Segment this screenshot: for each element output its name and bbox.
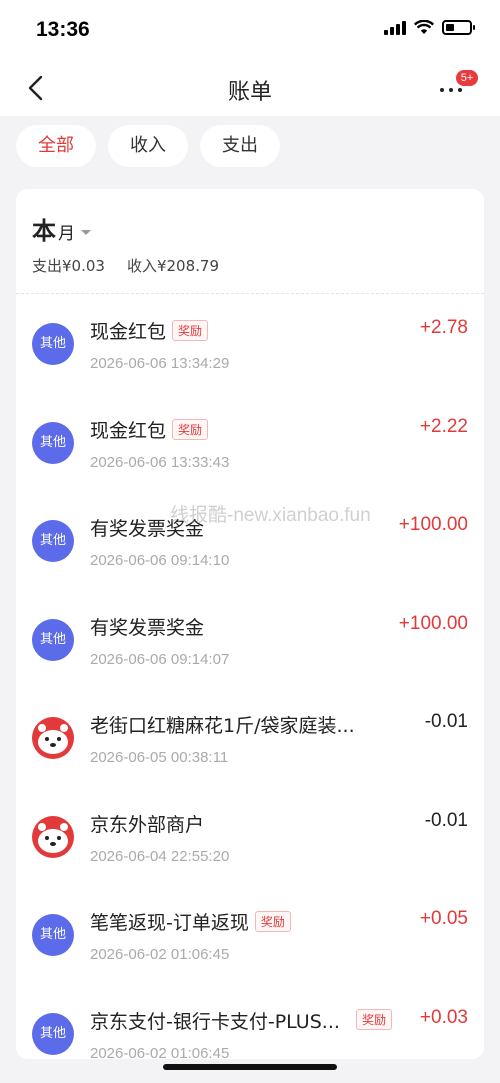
wifi-icon xyxy=(414,20,434,34)
caret-down-icon xyxy=(81,230,91,235)
filter-income[interactable]: 收入 xyxy=(108,125,188,167)
category-avatar: 其他 xyxy=(32,323,74,365)
transaction-amount: +100.00 xyxy=(398,514,468,535)
transaction-time: 2026-06-06 13:33:43 xyxy=(90,453,230,471)
filter-expense[interactable]: 支出 xyxy=(200,125,280,167)
reward-tag: 奖励 xyxy=(172,320,209,341)
month-summary: 支出¥0.03 收入¥208.79 xyxy=(32,255,219,276)
category-avatar: 其他 xyxy=(32,421,74,464)
category-avatar: 其他 xyxy=(32,520,74,562)
transaction-title: 有奖发票奖金 xyxy=(90,616,205,639)
jd-mascot-icon xyxy=(32,717,74,759)
status-bar: 13:36 xyxy=(0,0,500,60)
month-selector[interactable]: 本 月 xyxy=(32,211,91,246)
transaction-time: 2026-06-06 13:34:29 xyxy=(90,355,230,372)
battery-icon xyxy=(442,20,475,35)
transaction-amount: -0.01 xyxy=(424,809,468,831)
expense-total: 支出¥0.03 xyxy=(32,257,105,275)
transaction-title: 有奖发票奖金 xyxy=(90,518,205,540)
transaction-amount: +2.22 xyxy=(419,415,468,437)
transaction-item[interactable]: 老街口红糖麻花1斤/袋家庭装... 2026-06-05 00:38:11 -0… xyxy=(16,689,484,788)
home-indicator[interactable] xyxy=(163,1064,337,1070)
transaction-time: 2026-06-06 09:14:07 xyxy=(90,650,230,668)
transaction-title: 现金红包 xyxy=(90,419,167,442)
month-sub-label: 月 xyxy=(58,224,75,244)
transaction-title-row: 有奖发票奖金 xyxy=(90,613,204,640)
transaction-title-row: 有奖发票奖金 xyxy=(90,514,204,541)
transaction-title: 京东支付-银行卡支付-PLUS... xyxy=(90,1010,340,1033)
transaction-time: 2026-06-06 09:14:10 xyxy=(90,552,230,569)
transaction-title-row: 京东支付-银行卡支付-PLUS... xyxy=(90,1007,340,1034)
filter-tabs: 全部 收入 支出 xyxy=(16,125,280,167)
category-avatar: 其他 xyxy=(32,914,74,956)
transaction-item[interactable]: 其他 有奖发票奖金 2026-06-06 09:14:07 +100.00 xyxy=(16,591,484,690)
transaction-item[interactable]: 其他 京东支付-银行卡支付-PLUS... 奖励 2026-06-02 01:0… xyxy=(16,985,484,1060)
bill-card: 本 月 支出¥0.03 收入¥208.79 其他 现金红包 奖励 2026-06… xyxy=(16,189,484,1059)
reward-tag: 奖励 xyxy=(172,418,209,440)
transaction-title-row: 笔笔返现-订单返现 奖励 xyxy=(90,908,291,935)
transaction-list: 其他 现金红包 奖励 2026-06-06 13:34:29 +2.78 其他 … xyxy=(16,295,484,1059)
month-main-label: 本 xyxy=(32,217,56,245)
transaction-title: 笔笔返现-订单返现 xyxy=(90,912,249,934)
transaction-amount: +100.00 xyxy=(398,612,468,634)
transaction-item[interactable]: 其他 现金红包 奖励 2026-06-06 13:33:43 +2.22 xyxy=(16,394,484,493)
status-icons xyxy=(384,20,475,35)
filter-all[interactable]: 全部 xyxy=(16,125,96,167)
transaction-amount: +2.78 xyxy=(419,317,468,338)
income-total: 收入¥208.79 xyxy=(126,257,219,275)
transaction-item[interactable]: 其他 有奖发票奖金 2026-06-06 09:14:10 +100.00 xyxy=(16,492,484,591)
nav-bar: 账单 5+ xyxy=(0,60,500,116)
more-icon xyxy=(440,88,462,92)
transaction-title-row: 现金红包 奖励 xyxy=(90,317,209,344)
transaction-item[interactable]: 其他 现金红包 奖励 2026-06-06 13:34:29 +2.78 xyxy=(16,295,484,394)
reward-tag: 奖励 xyxy=(254,911,291,932)
more-button[interactable]: 5+ xyxy=(436,70,478,104)
transaction-title-row: 老街口红糖麻花1斤/袋家庭装... xyxy=(90,711,355,738)
notification-badge: 5+ xyxy=(456,70,478,86)
divider xyxy=(16,293,484,294)
transaction-time: 2026-06-02 01:06:45 xyxy=(90,1044,230,1060)
transaction-time: 2026-06-04 22:55:20 xyxy=(90,847,230,865)
transaction-amount: +0.03 xyxy=(419,1006,468,1028)
transaction-title: 京东外部商户 xyxy=(90,813,205,836)
status-time: 13:36 xyxy=(36,18,90,41)
transaction-amount: -0.01 xyxy=(424,711,468,732)
transaction-item[interactable]: 其他 笔笔返现-订单返现 奖励 2026-06-02 01:06:45 +0.0… xyxy=(16,886,484,985)
transaction-amount: +0.05 xyxy=(419,908,468,929)
transaction-item[interactable]: 京东外部商户 2026-06-04 22:55:20 -0.01 xyxy=(16,788,484,887)
transaction-title-row: 现金红包 奖励 xyxy=(90,416,209,443)
transaction-title: 老街口红糖麻花1斤/袋家庭装... xyxy=(90,715,355,737)
reward-tag: 奖励 xyxy=(355,1008,392,1030)
category-avatar: 其他 xyxy=(32,618,74,661)
cellular-signal-icon xyxy=(384,20,406,35)
transaction-title: 现金红包 xyxy=(90,321,167,343)
category-avatar: 其他 xyxy=(32,1012,74,1055)
page-title: 账单 xyxy=(227,80,272,105)
transaction-time: 2026-06-02 01:06:45 xyxy=(90,946,230,963)
transaction-time: 2026-06-05 00:38:11 xyxy=(90,749,229,766)
transaction-title-row: 京东外部商户 xyxy=(90,810,204,837)
jd-mascot-icon xyxy=(32,815,74,858)
